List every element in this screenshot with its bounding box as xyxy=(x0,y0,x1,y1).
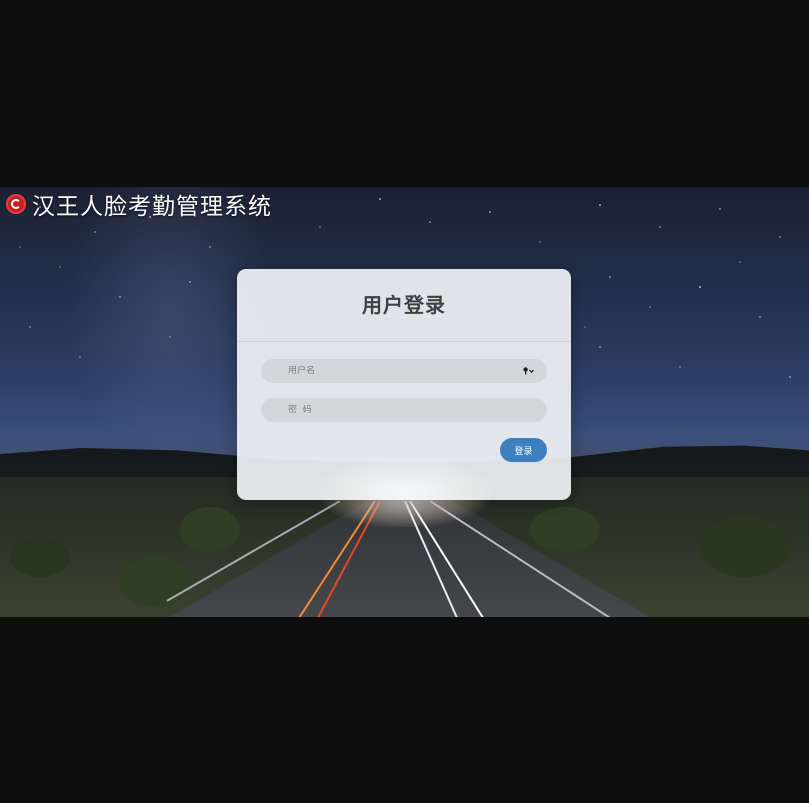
tree xyxy=(120,557,190,607)
password-field[interactable] xyxy=(261,398,547,422)
tree xyxy=(180,507,240,552)
login-heading: 用户登录 xyxy=(362,293,446,317)
key-dropdown-icon[interactable] xyxy=(523,365,535,377)
password-input[interactable] xyxy=(288,405,508,415)
login-panel: 用户登录 登录 xyxy=(237,269,571,500)
tree xyxy=(530,507,600,552)
app-title: 汉王人脸考勤管理系统 xyxy=(32,194,272,220)
tree xyxy=(700,517,790,577)
username-input[interactable] xyxy=(288,366,508,376)
app-header: 汉王人脸考勤管理系统 xyxy=(6,190,272,220)
hanwang-logo-icon xyxy=(6,194,26,214)
divider xyxy=(237,341,571,342)
login-button[interactable]: 登录 xyxy=(500,438,547,462)
tree xyxy=(10,537,70,577)
username-field[interactable] xyxy=(261,359,547,383)
